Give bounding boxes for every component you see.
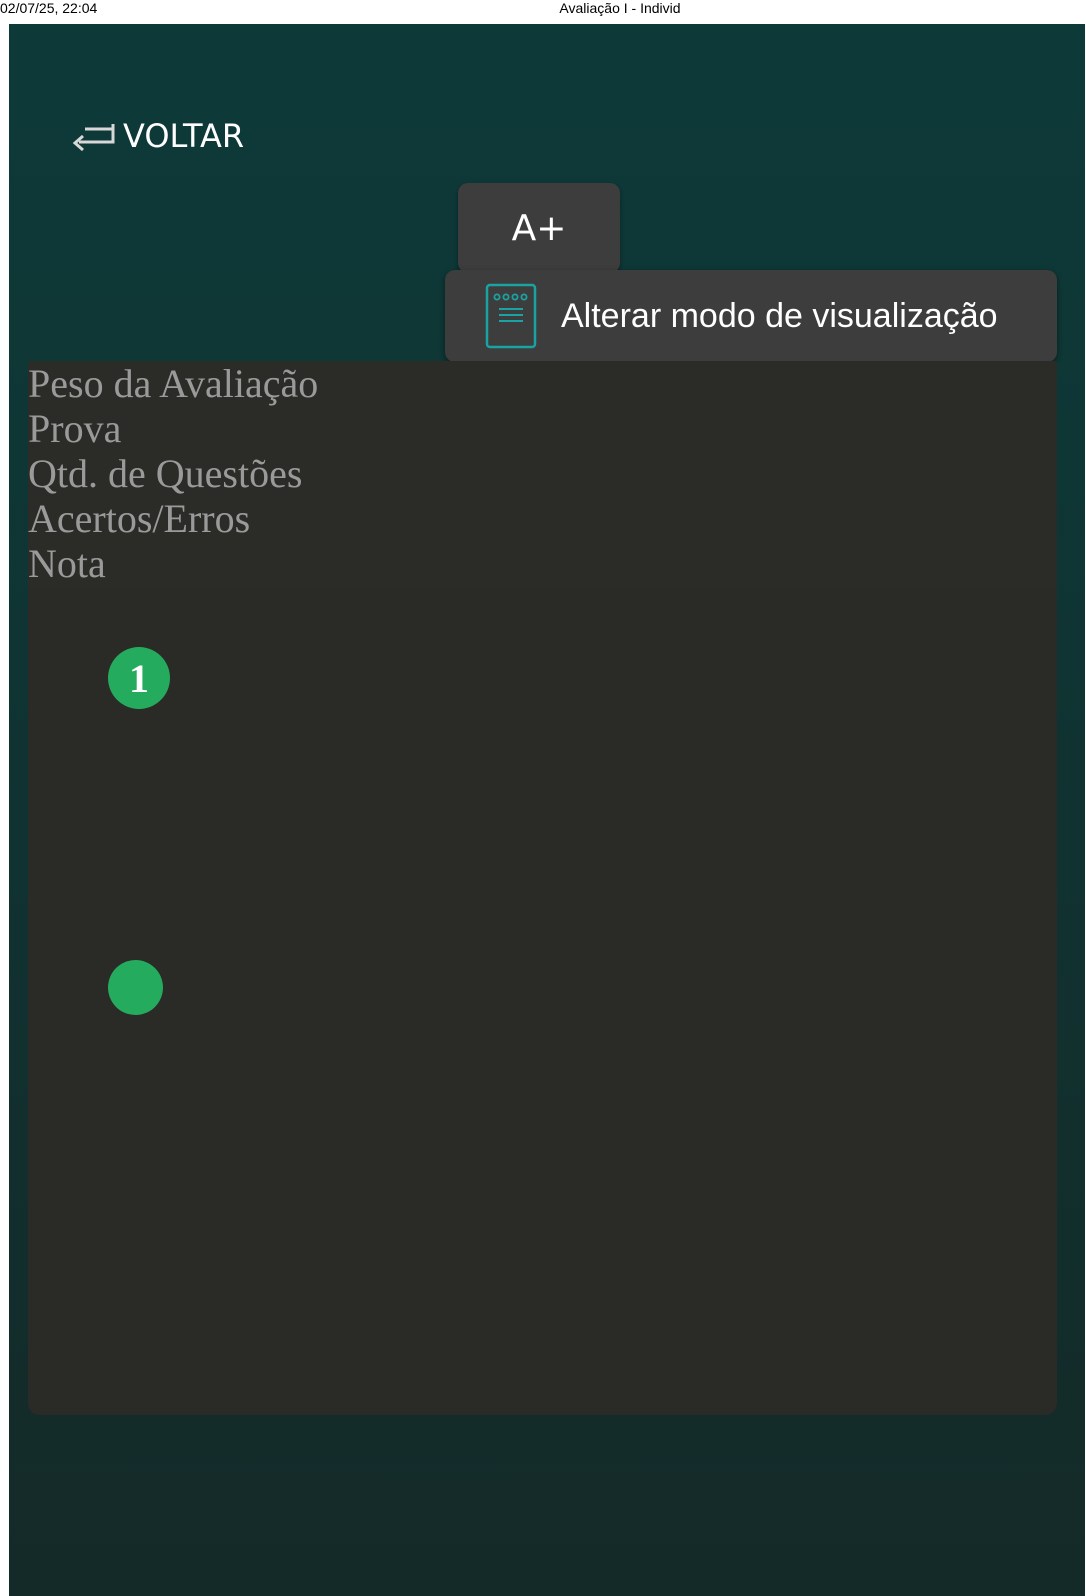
document-list-icon — [485, 283, 537, 349]
info-question-count-label: Qtd. de Questões — [28, 451, 303, 496]
view-mode-label: Alterar modo de visualização — [561, 296, 998, 335]
info-exam-label: Prova — [28, 406, 122, 451]
info-grade-label: Nota — [28, 541, 106, 586]
app-screen: VOLTAR A+ Alterar modo de visualização P… — [9, 24, 1085, 1596]
evaluation-info-panel: Peso da Avaliação Prova Qtd. de Questões… — [28, 361, 1057, 587]
print-title: Avaliação I - Individ — [559, 0, 681, 16]
return-arrow-icon — [69, 116, 119, 156]
question-number: 1 — [129, 655, 149, 701]
back-button[interactable]: VOLTAR — [69, 114, 244, 158]
view-mode-button[interactable]: Alterar modo de visualização — [445, 270, 1057, 362]
print-header: 02/07/25, 22:04 Avaliação I - Individ — [0, 0, 1086, 24]
question-number-badge[interactable]: 1 — [108, 647, 170, 709]
answer-indicator-dot — [108, 960, 163, 1015]
increase-font-label: A+ — [511, 207, 567, 249]
increase-font-button[interactable]: A+ — [458, 183, 620, 273]
info-weight-label: Peso da Avaliação — [28, 361, 319, 406]
info-hits-errors-label: Acertos/Erros — [28, 496, 251, 541]
questions-panel: 1 — [28, 587, 1057, 1415]
back-label: VOLTAR — [123, 117, 245, 155]
